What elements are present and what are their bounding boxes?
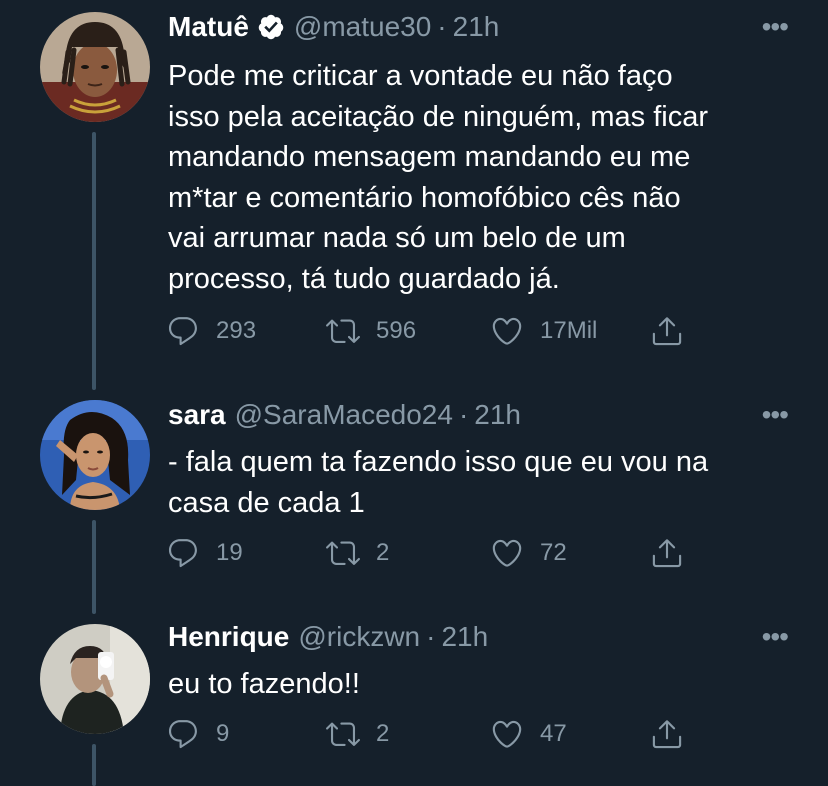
timestamp[interactable]: 21h [441,620,488,654]
tweet-text-line: m*tar e comentário homofóbico cês não [168,181,681,214]
tweet-actions: 293 596 17Mil [166,311,696,351]
tweet-actions: 9 2 47 [166,714,696,754]
tweet-text: Pode me criticar a vontade eu não faço i… [168,56,798,299]
separator: · [458,399,469,430]
tweet-actions: 19 2 72 [166,533,696,573]
thread-timeline: Matuê @matue30 · 21h ••• Pode me critica… [0,0,828,786]
tweet-text-line: eu to fazendo!! [168,668,360,700]
tweet[interactable]: sara @SaraMacedo24 · 21h ••• - fala quem… [0,390,828,614]
like-button[interactable]: 72 [490,533,567,573]
retweet-icon [326,536,360,570]
like-button[interactable]: 47 [490,714,567,754]
retweet-button[interactable]: 2 [326,714,389,754]
share-icon [650,717,684,751]
verified-badge-icon [257,13,285,41]
heart-icon [490,717,524,751]
like-count: 72 [540,539,567,566]
retweet-button[interactable]: 596 [326,311,416,351]
share-icon [650,314,684,348]
share-button[interactable] [650,533,684,573]
tweet[interactable]: Henrique @rickzwn · 21h ••• eu to fazend… [0,614,828,786]
timestamp[interactable]: 21h [474,398,521,432]
reply-count: 9 [216,720,230,747]
reply-icon [166,314,200,348]
more-horizontal-icon[interactable]: ••• [762,398,789,432]
share-button[interactable] [650,714,684,754]
reply-icon [166,717,200,751]
tweet-header: Henrique @rickzwn · 21h [168,620,788,654]
share-button[interactable] [650,311,684,351]
tweet-text-line: isso pela aceitação de ninguém, mas fica… [168,100,709,133]
tweet-text: eu to fazendo!! [168,664,798,705]
display-name[interactable]: sara [168,398,226,432]
retweet-icon [326,314,360,348]
reply-icon [166,536,200,570]
separator: · [426,621,436,652]
tweet-text-line: mandando mensagem mandando eu me [168,141,691,173]
avatar[interactable] [40,12,150,122]
avatar[interactable] [40,400,150,510]
heart-icon [490,314,524,348]
reply-count: 19 [216,539,243,566]
tweet-header: Matuê @matue30 · 21h [168,10,788,44]
reply-button[interactable]: 293 [166,311,256,351]
tweet-text-line: casa de cada 1 [168,486,365,519]
tweet-text-line: Pode me criticar a vontade eu não faço [168,60,673,92]
like-count: 47 [540,720,567,747]
retweet-count: 2 [376,720,390,747]
tweet-header: sara @SaraMacedo24 · 21h [168,398,788,432]
display-name[interactable]: Henrique [168,620,289,654]
tweet-text-line: - fala quem ta fazendo isso que eu vou n… [168,446,709,478]
reply-button[interactable]: 9 [166,714,229,754]
more-horizontal-icon[interactable]: ••• [762,620,789,654]
heart-icon [490,536,524,570]
retweet-count: 2 [376,539,390,566]
tweet[interactable]: Matuê @matue30 · 21h ••• Pode me critica… [0,0,828,390]
separator: · [437,11,447,42]
like-count: 17Mil [540,317,598,344]
more-horizontal-icon[interactable]: ••• [762,10,789,44]
avatar[interactable] [40,624,150,734]
share-icon [650,536,684,570]
tweet-text-line: vai arrumar nada só um belo de um [168,222,626,254]
reply-count: 293 [216,317,257,344]
like-button[interactable]: 17Mil [490,311,597,351]
tweet-text-line: processo, tá tudo guardado já. [168,262,560,295]
timestamp[interactable]: 21h [453,10,500,44]
retweet-count: 596 [376,317,417,344]
user-handle[interactable]: @rickzwn [298,620,420,654]
reply-button[interactable]: 19 [166,533,243,573]
retweet-icon [326,717,360,751]
user-handle[interactable]: @SaraMacedo24 [235,398,453,432]
user-handle[interactable]: @matue30 [294,10,431,44]
retweet-button[interactable]: 2 [326,533,389,573]
tweet-text: - fala quem ta fazendo isso que eu vou n… [168,442,798,523]
display-name[interactable]: Matuê [168,10,249,44]
